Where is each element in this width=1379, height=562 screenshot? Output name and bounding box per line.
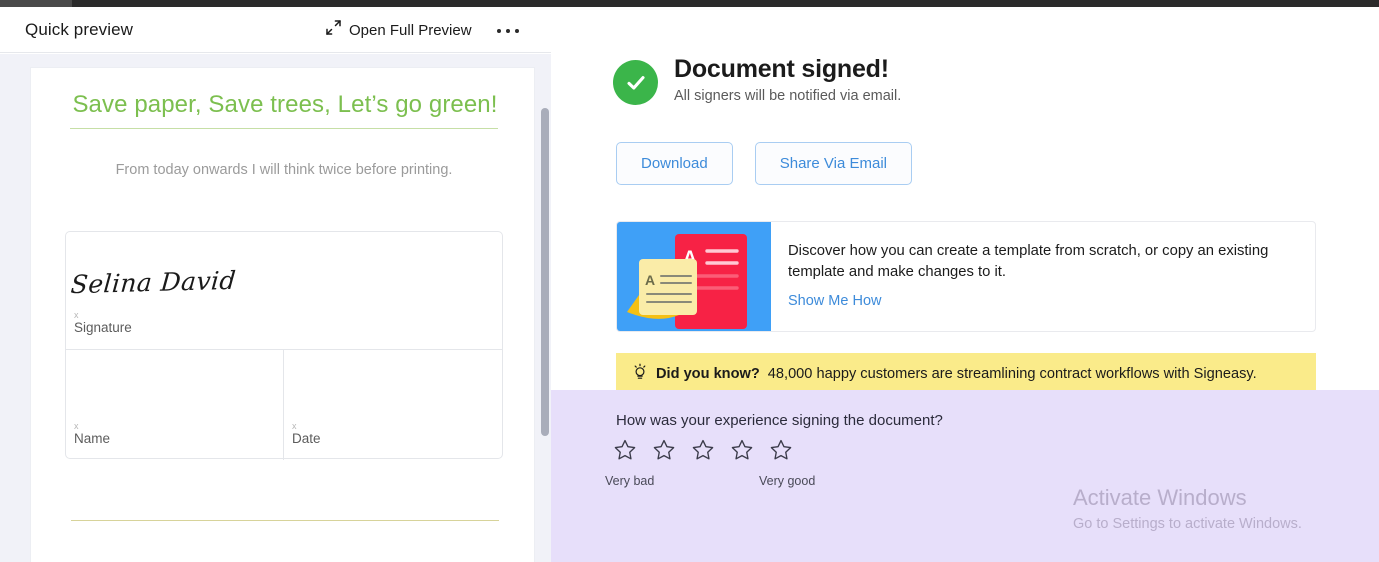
app-root: Quick preview Open Full Preview Save pap…	[0, 0, 1379, 562]
page-title: Quick preview	[25, 20, 134, 39]
template-promo-text: Discover how you can create a template f…	[771, 222, 1282, 331]
field-signature: x Signature	[74, 311, 132, 337]
svg-text:A: A	[645, 272, 655, 288]
share-via-email-button[interactable]: Share Via Email	[754, 142, 912, 185]
preview-scrollbar[interactable]	[541, 108, 549, 562]
preview-scrollbar-thumb[interactable]	[541, 108, 549, 436]
document-subheading: From today onwards I will think twice be…	[115, 162, 453, 178]
star-outline-icon[interactable]	[652, 438, 676, 462]
did-you-know-text: 48,000 happy customers are streamlining …	[767, 365, 1257, 382]
field-marker: x	[74, 421, 79, 431]
star-outline-icon[interactable]	[691, 438, 715, 462]
open-full-preview-label: Open Full Preview	[349, 21, 472, 39]
signature-value: Selina David	[69, 265, 238, 300]
status-subtitle: All signers will be notified via email.	[674, 87, 902, 104]
field-marker: x	[292, 421, 297, 431]
star-outline-icon[interactable]	[613, 438, 637, 462]
field-date: x Date	[292, 422, 321, 448]
document-page: Save paper, Save trees, Let’s go green! …	[30, 67, 535, 562]
field-label-signature: Signature	[74, 320, 132, 335]
more-options-icon[interactable]	[494, 21, 522, 41]
window-chrome-tab	[0, 0, 72, 7]
open-full-preview-button[interactable]: Open Full Preview	[325, 19, 472, 41]
lightbulb-icon	[632, 362, 648, 386]
template-documents-illustration: A A	[617, 222, 771, 331]
rating-high-label: Very good	[759, 474, 816, 488]
rating-stars[interactable]	[613, 438, 793, 462]
field-label-date: Date	[292, 431, 321, 446]
watermark-title: Activate Windows	[1073, 485, 1247, 510]
expand-arrows-icon	[325, 19, 342, 41]
status-block: Document signed! All signers will be not…	[613, 55, 901, 105]
activate-windows-watermark: Activate Windows Go to Settings to activ…	[1073, 484, 1373, 532]
promo-text-line-2: template and make changes to it.	[788, 264, 1006, 281]
quick-preview-panel: Quick preview Open Full Preview Save pap…	[0, 7, 551, 562]
download-button[interactable]: Download	[616, 142, 733, 185]
quick-preview-header: Quick preview Open Full Preview	[0, 7, 551, 53]
window-chrome-bar	[0, 0, 1379, 7]
feedback-panel: How was your experience signing the docu…	[551, 390, 1379, 562]
action-buttons: Download Share Via Email	[616, 142, 912, 185]
signature-divider-horizontal	[66, 349, 502, 350]
promo-text-line-1: Discover how you can create a template f…	[788, 243, 1269, 259]
status-title: Document signed!	[674, 55, 889, 83]
show-me-how-link[interactable]: Show Me How	[788, 293, 881, 309]
document-heading: Save paper, Save trees, Let’s go green!	[72, 91, 498, 118]
rating-low-label: Very bad	[605, 474, 655, 488]
document-heading-rule	[70, 128, 498, 129]
document-scroll-viewport[interactable]: Save paper, Save trees, Let’s go green! …	[0, 54, 551, 562]
star-outline-icon[interactable]	[769, 438, 793, 462]
template-promo-card[interactable]: A A Discover how you can create a templa…	[616, 221, 1316, 332]
did-you-know-banner: Did you know? 48,000 happy customers are…	[616, 353, 1316, 394]
signature-block: Selina David x Signature x Name x Date	[65, 231, 503, 460]
field-marker: x	[74, 310, 79, 320]
signature-divider-vertical	[283, 350, 284, 460]
feedback-question: How was your experience signing the docu…	[616, 412, 943, 429]
document-footer-rule	[71, 520, 499, 521]
field-label-name: Name	[74, 431, 111, 446]
star-outline-icon[interactable]	[730, 438, 754, 462]
green-check-icon	[613, 60, 658, 105]
watermark-subtitle: Go to Settings to activate Windows.	[1073, 515, 1302, 532]
did-you-know-label: Did you know?	[656, 365, 760, 382]
field-name: x Name	[74, 422, 110, 448]
